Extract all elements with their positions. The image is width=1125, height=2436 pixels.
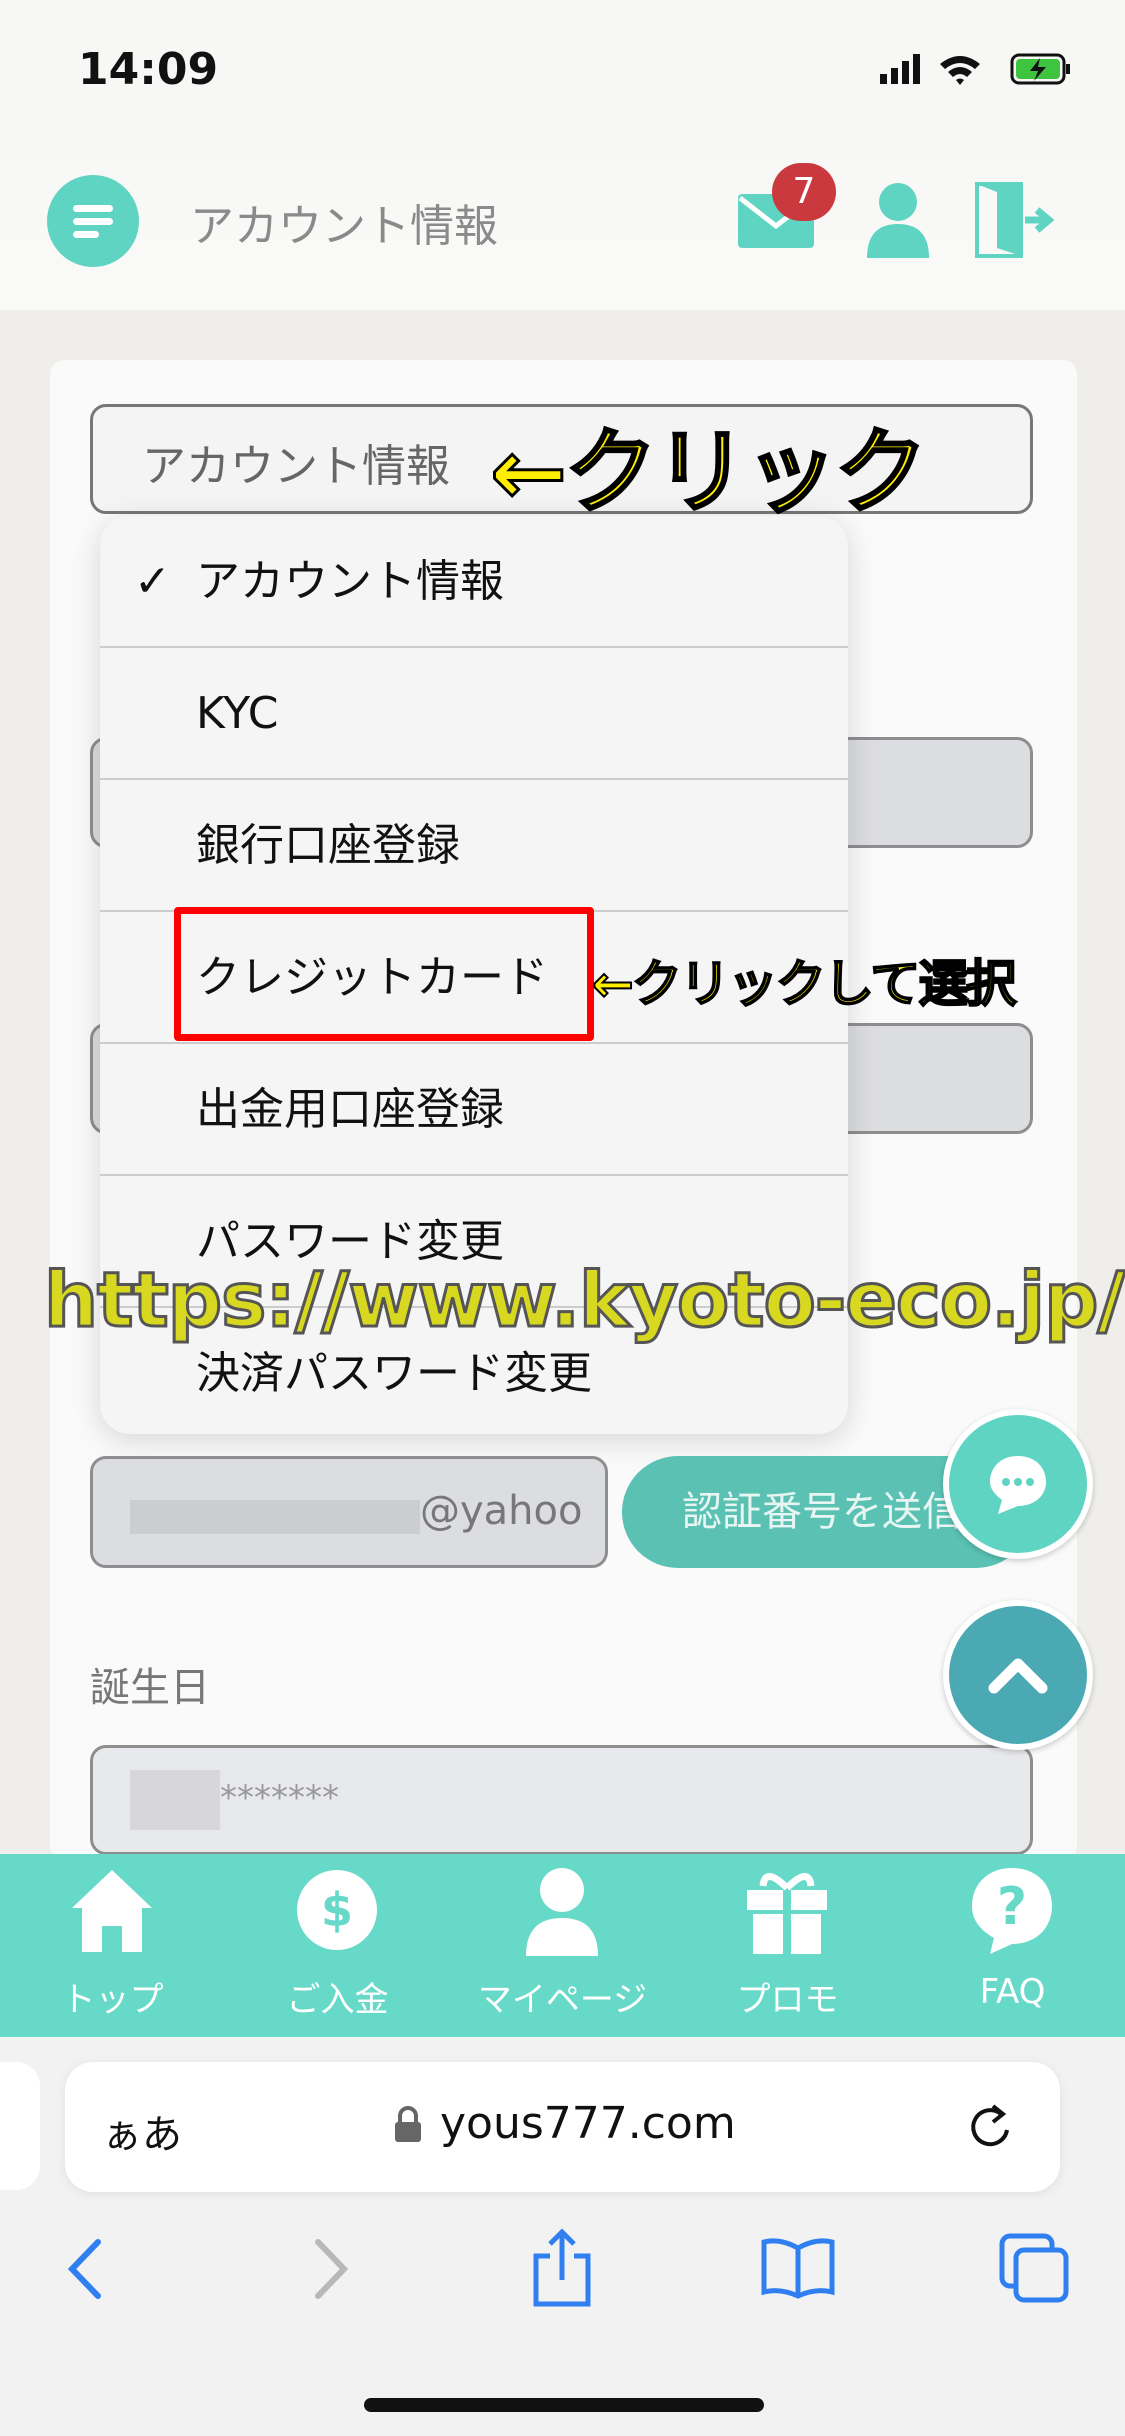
- chat-icon: [990, 1456, 1046, 1514]
- birthday-value: *******: [220, 1778, 339, 1818]
- share-icon[interactable]: [532, 2228, 592, 2308]
- dropdown-item-withdraw-account[interactable]: 出金用口座登録: [100, 1044, 848, 1176]
- item-label: 銀行口座登録: [196, 820, 460, 871]
- tabs-icon[interactable]: [998, 2232, 1070, 2304]
- annotation-click: ←クリック: [488, 418, 928, 528]
- question-icon: ?: [972, 1868, 1052, 1954]
- item-label: アカウント情報: [196, 556, 504, 607]
- highlight-box: [174, 907, 594, 1041]
- home-indicator: [364, 2398, 764, 2412]
- menu-icon: [73, 205, 113, 212]
- nav-promo[interactable]: プロモ: [675, 1854, 900, 2037]
- item-label: 決済パスワード変更: [196, 1348, 592, 1399]
- dropdown-item-kyc[interactable]: KYC: [100, 648, 848, 780]
- item-label: 出金用口座登録: [196, 1084, 504, 1135]
- lock-icon: [395, 2106, 421, 2142]
- nav-mypage[interactable]: マイページ: [450, 1854, 675, 2037]
- forward-icon[interactable]: [310, 2238, 350, 2300]
- previous-tab[interactable]: [0, 2062, 40, 2190]
- gift-icon: [747, 1873, 827, 1954]
- menu-icon-line: [73, 218, 113, 225]
- checkmark-icon: ✓: [134, 556, 171, 607]
- page-title: アカウント情報: [190, 201, 498, 252]
- user-icon[interactable]: [865, 182, 931, 258]
- svg-text:$: $: [321, 1883, 353, 1937]
- reload-icon[interactable]: [965, 2102, 1015, 2152]
- item-label: KYC: [196, 688, 279, 739]
- app-header: [0, 140, 1125, 310]
- nav-deposit[interactable]: $ ご入金: [225, 1854, 450, 2037]
- bookmarks-icon[interactable]: [760, 2236, 836, 2300]
- menu-icon-line: [73, 231, 99, 238]
- mail-badge: 7: [772, 163, 836, 221]
- user-icon: [526, 1868, 598, 1956]
- back-icon[interactable]: [66, 2238, 106, 2300]
- select-value: アカウント情報: [142, 441, 450, 492]
- nav-top[interactable]: トップ: [0, 1854, 225, 2037]
- nav-label: プロモ: [736, 1980, 839, 2020]
- reader-button[interactable]: ぁあ: [102, 2102, 182, 2160]
- dropdown-item-bank-account[interactable]: 銀行口座登録: [100, 780, 848, 912]
- chat-button[interactable]: [943, 1409, 1093, 1559]
- chevron-up-icon: [988, 1658, 1048, 1694]
- status-icons: [880, 53, 1070, 85]
- dollar-icon: $: [297, 1870, 377, 1950]
- email-value: @yahoo: [420, 1488, 583, 1534]
- nav-faq[interactable]: ? FAQ: [900, 1854, 1125, 2037]
- nav-label: ご入金: [286, 1980, 389, 2020]
- bottom-nav: トップ $ ご入金 マイページ プロモ ? FAQ: [0, 1854, 1125, 2037]
- nav-label: マイページ: [477, 1980, 648, 2020]
- logout-icon[interactable]: [975, 180, 1055, 260]
- scroll-top-button[interactable]: [943, 1600, 1093, 1750]
- nav-label: FAQ: [979, 1972, 1046, 2012]
- blurred-text: [130, 1500, 420, 1534]
- svg-text:?: ?: [997, 1877, 1027, 1937]
- birthday-label: 誕生日: [90, 1665, 210, 1711]
- nav-label: トップ: [61, 1980, 164, 2020]
- home-icon: [72, 1870, 152, 1952]
- watermark: https://www.kyoto-eco.jp/: [42, 1254, 1125, 1346]
- menu-button[interactable]: [47, 175, 139, 267]
- status-time: 14:09: [78, 44, 219, 95]
- url-text[interactable]: yous777.com: [440, 2098, 736, 2149]
- annotation-click-select: ←クリックして選択: [591, 954, 1017, 1014]
- dropdown-item-account-info[interactable]: ✓ アカウント情報: [100, 516, 848, 648]
- blurred-text: [130, 1770, 220, 1830]
